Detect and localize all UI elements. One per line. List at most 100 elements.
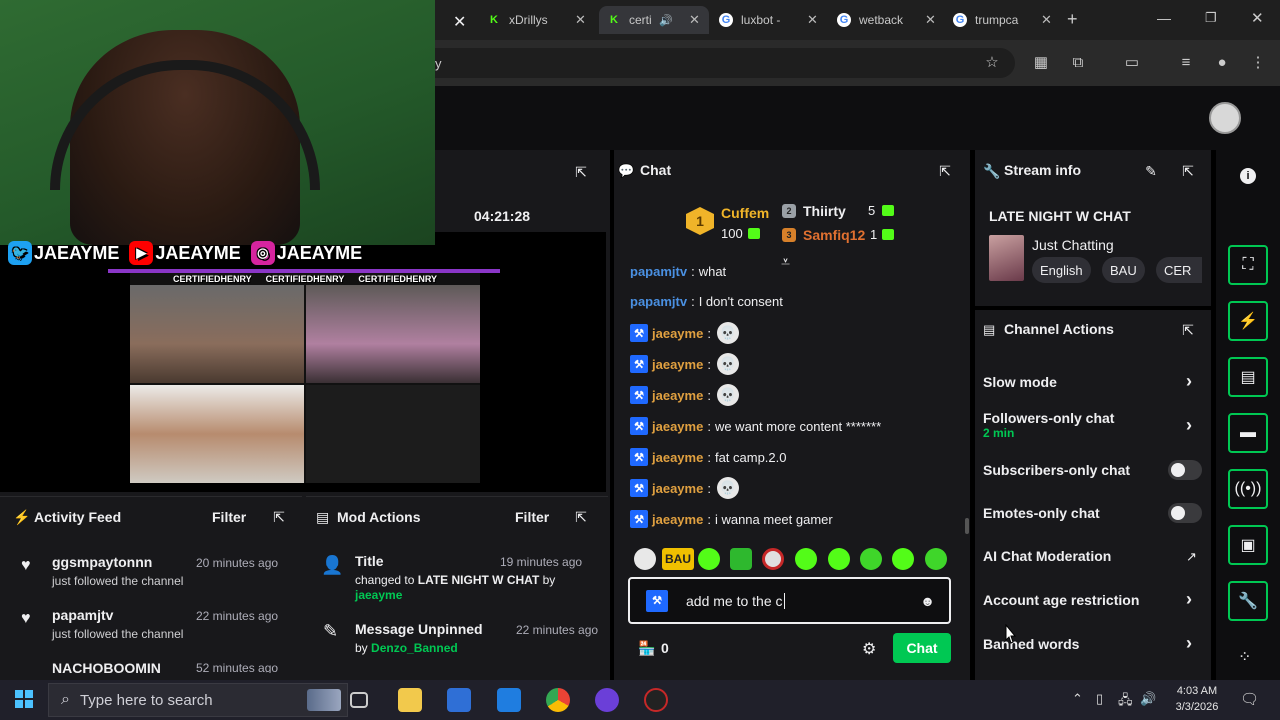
chevron-right-icon[interactable]: ›	[1186, 633, 1192, 654]
browser-tab-wetback[interactable]: G wetback ✕	[837, 6, 945, 34]
extensions-icon[interactable]: ⧉	[1069, 54, 1087, 72]
send-chat-button[interactable]: Chat	[893, 633, 951, 663]
slow-mode-label[interactable]: Slow mode	[983, 374, 1057, 390]
subscribers-only-toggle[interactable]	[1168, 460, 1202, 480]
notifications-icon[interactable]: 🗨	[1240, 690, 1259, 708]
sidebar-notes-button[interactable]: ▤	[1228, 357, 1268, 397]
edit-pencil-icon[interactable]: ✎	[1143, 163, 1159, 179]
popout-icon[interactable]: ⇱	[573, 509, 589, 525]
emote-icon[interactable]	[795, 548, 817, 570]
sidebar-screenshot-button[interactable]: ⛶	[1228, 245, 1268, 285]
chat-scrollbar[interactable]	[965, 518, 969, 534]
followers-only-label[interactable]: Followers-only chat	[983, 410, 1114, 426]
address-bar[interactable]: y	[435, 48, 1015, 78]
external-link-icon[interactable]: ↗	[1186, 549, 1197, 565]
close-tab-icon[interactable]: ✕	[925, 12, 936, 28]
popout-icon[interactable]: ⇱	[1180, 322, 1196, 338]
apps-icon[interactable]: ⁘	[1238, 647, 1251, 667]
emotes-only-toggle[interactable]	[1168, 503, 1202, 523]
sidebar-broadcast-button[interactable]: ((•))	[1228, 469, 1268, 509]
points-icon	[882, 205, 894, 216]
close-tab-icon[interactable]: ✕	[453, 12, 466, 32]
browser-tab-certi[interactable]: K certi 🔊 ✕	[599, 6, 709, 34]
bau-emote[interactable]: BAU	[662, 548, 694, 570]
taskbar-search[interactable]: ⌕ Type here to search	[48, 683, 348, 717]
sidebar-tools-button[interactable]: 🔧	[1228, 581, 1268, 621]
new-tab-button[interactable]: +	[1067, 9, 1078, 30]
emote-icon[interactable]	[925, 548, 947, 570]
chevron-right-icon[interactable]: ›	[1186, 589, 1192, 610]
tray-chevron-icon[interactable]: ⌃	[1072, 691, 1083, 707]
store-icon[interactable]: 🏪	[638, 640, 655, 657]
emote-icon[interactable]	[828, 548, 850, 570]
windows-start-icon[interactable]	[15, 690, 33, 708]
frog-emote-icon[interactable]	[698, 548, 720, 570]
broadcast-icon: ((•))	[1234, 480, 1262, 497]
tag-cer[interactable]: CER	[1156, 257, 1202, 283]
chat-settings-icon[interactable]: ⚙	[862, 639, 876, 659]
browser-tab-trumpca[interactable]: G trumpca ✕	[953, 6, 1061, 34]
emote-icon[interactable]	[730, 548, 752, 570]
emote-icon[interactable]	[860, 548, 882, 570]
chat-input[interactable]: ⚒ add me to the c ☻	[628, 577, 951, 624]
stream-category[interactable]: Just Chatting	[1032, 237, 1114, 253]
close-tab-icon[interactable]: ✕	[1041, 12, 1052, 28]
emoji-picker-icon[interactable]: ☻	[920, 593, 935, 609]
sidebar-quick-actions-button[interactable]: ⚡	[1228, 301, 1268, 341]
qr-icon[interactable]: ▦	[1032, 54, 1050, 72]
activity-filter-button[interactable]: Filter	[212, 509, 246, 525]
chat-message: papamjtv: I don't consent	[630, 294, 783, 309]
stream-cell-2	[306, 285, 480, 383]
close-tab-icon[interactable]: ✕	[689, 12, 700, 28]
window-close-icon[interactable]: ✕	[1251, 9, 1264, 27]
bookmark-star-icon[interactable]: ☆	[983, 54, 1001, 72]
close-tab-icon[interactable]: ✕	[807, 12, 818, 28]
sidebar-layout-button[interactable]: ▣	[1228, 525, 1268, 565]
leader-1-name[interactable]: Cuffem	[721, 205, 769, 221]
cast-icon[interactable]: ▭	[1123, 54, 1141, 72]
leader-2-name[interactable]: Thiirty	[803, 203, 846, 219]
youtube-icon: ▶	[129, 241, 154, 265]
info-icon[interactable]: i	[1240, 168, 1256, 184]
account-age-label[interactable]: Account age restriction	[983, 592, 1139, 608]
browser-tab-xdrillys[interactable]: K xDrillys ✕	[487, 6, 595, 34]
menu-kebab-icon[interactable]: ⋮	[1249, 54, 1267, 72]
tag-english[interactable]: English	[1032, 257, 1091, 283]
emote-icon[interactable]	[892, 548, 914, 570]
messenger-icon[interactable]	[595, 688, 619, 712]
restore-icon[interactable]: ❐	[1205, 10, 1217, 26]
browser-tab-luxbot[interactable]: G luxbot - ✕	[719, 6, 827, 34]
chevron-right-icon[interactable]: ›	[1186, 415, 1192, 436]
media-icon[interactable]: ≡	[1177, 54, 1195, 72]
profile-icon[interactable]: ●	[1213, 54, 1231, 72]
task-view-icon[interactable]	[350, 692, 368, 708]
mod-filter-button[interactable]: Filter	[515, 509, 549, 525]
popout-icon[interactable]: ⇱	[937, 163, 953, 179]
chevron-right-icon[interactable]: ›	[1186, 371, 1192, 392]
banned-words-label[interactable]: Banned words	[983, 636, 1079, 652]
tray-app-icon[interactable]: ▯	[1096, 691, 1103, 707]
minimize-icon[interactable]: —	[1157, 10, 1171, 26]
store-app-icon[interactable]	[447, 688, 471, 712]
network-icon[interactable]: 🖧	[1118, 691, 1133, 713]
skull-emote-icon[interactable]	[634, 548, 656, 570]
popout-icon[interactable]: ⇱	[573, 164, 589, 180]
close-tab-icon[interactable]: ✕	[575, 12, 586, 28]
feed-time: 22 minutes ago	[196, 609, 279, 623]
popout-icon[interactable]: ⇱	[1180, 163, 1196, 179]
speaker-icon[interactable]: 🔊	[659, 14, 673, 27]
popout-icon[interactable]: ⇱	[271, 509, 287, 525]
emote-icon[interactable]	[762, 548, 784, 570]
chrome-icon[interactable]	[546, 688, 570, 712]
obs-icon[interactable]	[644, 688, 668, 712]
outlook-icon[interactable]	[497, 688, 521, 712]
sidebar-chat-button[interactable]: ▬	[1228, 413, 1268, 453]
file-explorer-icon[interactable]	[398, 688, 422, 712]
volume-icon[interactable]: 🔊	[1140, 691, 1156, 707]
tag-bau[interactable]: BAU	[1102, 257, 1145, 283]
user-avatar[interactable]	[1209, 102, 1241, 134]
taskbar-clock[interactable]: 4:03 AM 3/3/2026	[1162, 683, 1232, 717]
leader-3-name[interactable]: Samfiq12	[803, 227, 865, 243]
stream-cell-4	[306, 385, 480, 483]
ai-moderation-label[interactable]: AI Chat Moderation	[983, 548, 1111, 564]
